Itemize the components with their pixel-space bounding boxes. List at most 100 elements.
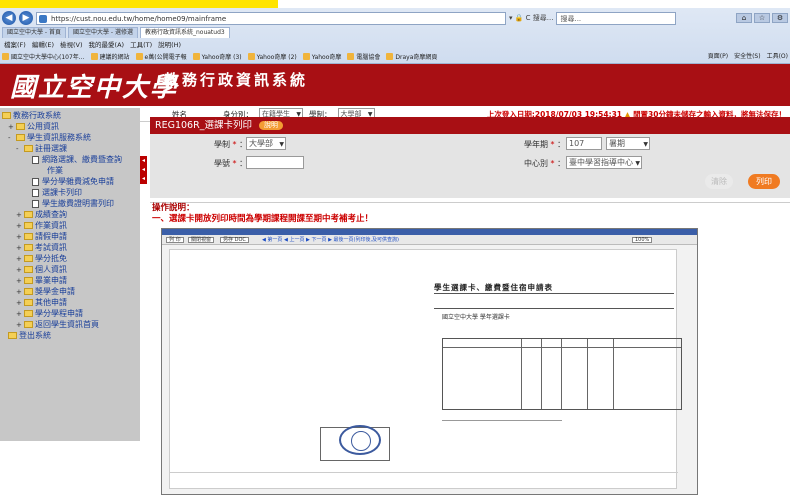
- sidebar-item[interactable]: + 成績查詢: [2, 209, 140, 220]
- sidebar-item[interactable]: + 畢業申請: [2, 275, 140, 286]
- expand-icon[interactable]: +: [16, 255, 23, 263]
- folder-icon: [24, 266, 33, 273]
- tab-active[interactable]: 教務行政資訊系統_nouatud3: [139, 27, 230, 38]
- menu-favorites[interactable]: 我的最愛(A): [89, 39, 125, 49]
- sidebar-item[interactable]: + 返回學生資訊首頁: [2, 319, 140, 330]
- menu-tools[interactable]: 工具(T): [130, 39, 152, 49]
- sidebar-item[interactable]: 學生繳費證明書列印: [2, 198, 140, 209]
- sidebar-item[interactable]: + 個人資訊: [2, 264, 140, 275]
- year-input[interactable]: 107: [566, 137, 602, 150]
- print-button[interactable]: 列印: [748, 174, 780, 189]
- center-select[interactable]: 臺中學習指導中心: [566, 156, 642, 169]
- preview-zoom[interactable]: 100%: [632, 237, 653, 243]
- address-tools[interactable]: ▾ 🔒 C 搜尋...: [509, 13, 553, 23]
- sidebar-item-label: 註冊選課: [35, 144, 67, 153]
- expand-icon[interactable]: +: [16, 266, 23, 274]
- favorite-item[interactable]: 建議的網站: [90, 51, 130, 62]
- preview-save-button[interactable]: 另存 DOC: [220, 237, 249, 243]
- sidebar-item[interactable]: + 考試資訊: [2, 242, 140, 253]
- home-icon[interactable]: ⌂: [736, 13, 752, 23]
- favorite-item[interactable]: Draya奇摩網頁: [386, 51, 437, 62]
- favorite-icon: [302, 53, 310, 60]
- sidebar-collapse-handle[interactable]: ◂ ◂ ◂: [140, 156, 147, 184]
- favorite-item[interactable]: Yahoo奇摩: [302, 51, 341, 62]
- preview-print-button[interactable]: 列 印: [166, 237, 184, 243]
- star-icon[interactable]: ☆: [754, 13, 770, 23]
- address-bar[interactable]: https://cust.nou.edu.tw/home/home09/main…: [36, 11, 506, 25]
- expand-icon[interactable]: +: [16, 211, 23, 219]
- page-title-bar: REG106R_選課卡列印 說明: [150, 117, 790, 134]
- menu-file[interactable]: 檔案(F): [4, 39, 26, 49]
- sidebar-item[interactable]: 選課卡列印: [2, 187, 140, 198]
- sidebar-item[interactable]: - 學生資訊服務系統: [2, 132, 140, 143]
- student-no-input[interactable]: [246, 156, 304, 169]
- sidebar-item[interactable]: + 學分學程申請: [2, 308, 140, 319]
- folder-icon: [24, 211, 33, 218]
- official-stamp: [339, 425, 381, 455]
- collapse-icon[interactable]: -: [8, 134, 15, 142]
- school-select[interactable]: 大學部: [246, 137, 286, 150]
- browser-search-input[interactable]: 搜尋...: [556, 11, 677, 25]
- sidebar-item[interactable]: 作業: [2, 165, 140, 176]
- sidebar-item[interactable]: + 學分抵免: [2, 253, 140, 264]
- expand-icon[interactable]: +: [16, 222, 23, 230]
- sidebar-item[interactable]: + 公用資訊: [2, 121, 140, 132]
- sidebar-item-label: 返回學生資訊首頁: [35, 320, 99, 329]
- tab-home[interactable]: 國立空中大學 - 首頁: [2, 27, 66, 38]
- window-controls: ⌂ ☆ ⚙: [736, 13, 788, 23]
- sidebar-item-label: 請假申請: [35, 232, 67, 241]
- sidebar-item-label: 畢業申請: [35, 276, 67, 285]
- preview-close-button[interactable]: 關閉視窗: [188, 237, 215, 243]
- sidebar-item-label: 其他申請: [35, 298, 67, 307]
- preview-course-table: [442, 338, 682, 410]
- tools-menu[interactable]: 工具(O): [767, 51, 788, 62]
- favorite-icon: [247, 53, 255, 60]
- expand-icon[interactable]: +: [8, 123, 15, 131]
- folder-icon: [16, 134, 25, 141]
- school-field-label: 學制 * ：: [214, 140, 248, 149]
- menu-edit[interactable]: 編輯(E): [32, 39, 54, 49]
- favorite-item[interactable]: Yahoo奇摩 (2): [247, 51, 297, 62]
- expand-icon[interactable]: +: [16, 277, 23, 285]
- forward-icon[interactable]: ▶: [19, 11, 33, 25]
- folder-icon: [24, 145, 33, 152]
- collapse-icon[interactable]: -: [16, 145, 23, 153]
- preview-page-links[interactable]: ◀ 第一頁 ◀ 上一頁 ▶ 下一頁 ▶ 最後一頁(列印後,及可供查詢): [262, 237, 399, 243]
- menu-view[interactable]: 檢視(V): [60, 39, 83, 49]
- preview-rule: [434, 293, 674, 294]
- sidebar-item[interactable]: 學分學雜費減免申請: [2, 176, 140, 187]
- favorite-icon: [347, 53, 355, 60]
- expand-icon[interactable]: +: [16, 233, 23, 241]
- favorite-item[interactable]: 國立空中大學中心(107年...: [2, 51, 85, 62]
- sidebar-item[interactable]: 登出系統: [2, 330, 140, 341]
- safety-menu[interactable]: 安全性(S): [734, 51, 761, 62]
- clear-button[interactable]: 清除: [705, 174, 733, 189]
- folder-icon: [24, 222, 33, 229]
- sidebar-item[interactable]: - 註冊選課: [2, 143, 140, 154]
- page-menu[interactable]: 頁面(P): [708, 51, 728, 62]
- sidebar-item[interactable]: + 作業資訊: [2, 220, 140, 231]
- expand-icon[interactable]: +: [16, 299, 23, 307]
- expand-icon[interactable]: +: [16, 310, 23, 318]
- expand-icon[interactable]: +: [16, 288, 23, 296]
- expand-icon[interactable]: +: [16, 321, 23, 329]
- back-icon[interactable]: ◀: [2, 11, 16, 25]
- tab-row: 國立空中大學 - 首頁 國立空中大學 - 選修選 教務行政資訊系統_nouatu…: [2, 27, 230, 38]
- sidebar-item[interactable]: 網路選課、繳費暨查詢: [2, 154, 140, 165]
- sidebar-item[interactable]: + 其他申請: [2, 297, 140, 308]
- favorite-item[interactable]: e萬(公開電子報: [135, 51, 187, 62]
- expand-icon[interactable]: +: [16, 244, 23, 252]
- sidebar-item[interactable]: + 獎學金申請: [2, 286, 140, 297]
- menu-help[interactable]: 說明(H): [158, 39, 181, 49]
- gear-icon[interactable]: ⚙: [772, 13, 788, 23]
- term-select[interactable]: 暑期: [606, 137, 650, 150]
- favorite-item[interactable]: 電腦協會: [347, 51, 380, 62]
- sidebar-item-label: 考試資訊: [35, 243, 67, 252]
- favorite-item[interactable]: Yahoo奇摩 (3): [192, 51, 242, 62]
- tab-course[interactable]: 國立空中大學 - 選修選: [67, 27, 138, 38]
- folder-icon: [24, 299, 33, 306]
- sidebar-item[interactable]: 教務行政系統: [2, 110, 140, 121]
- folder-icon: [2, 112, 11, 119]
- sidebar-item[interactable]: + 請假申請: [2, 231, 140, 242]
- help-button[interactable]: 說明: [258, 121, 283, 130]
